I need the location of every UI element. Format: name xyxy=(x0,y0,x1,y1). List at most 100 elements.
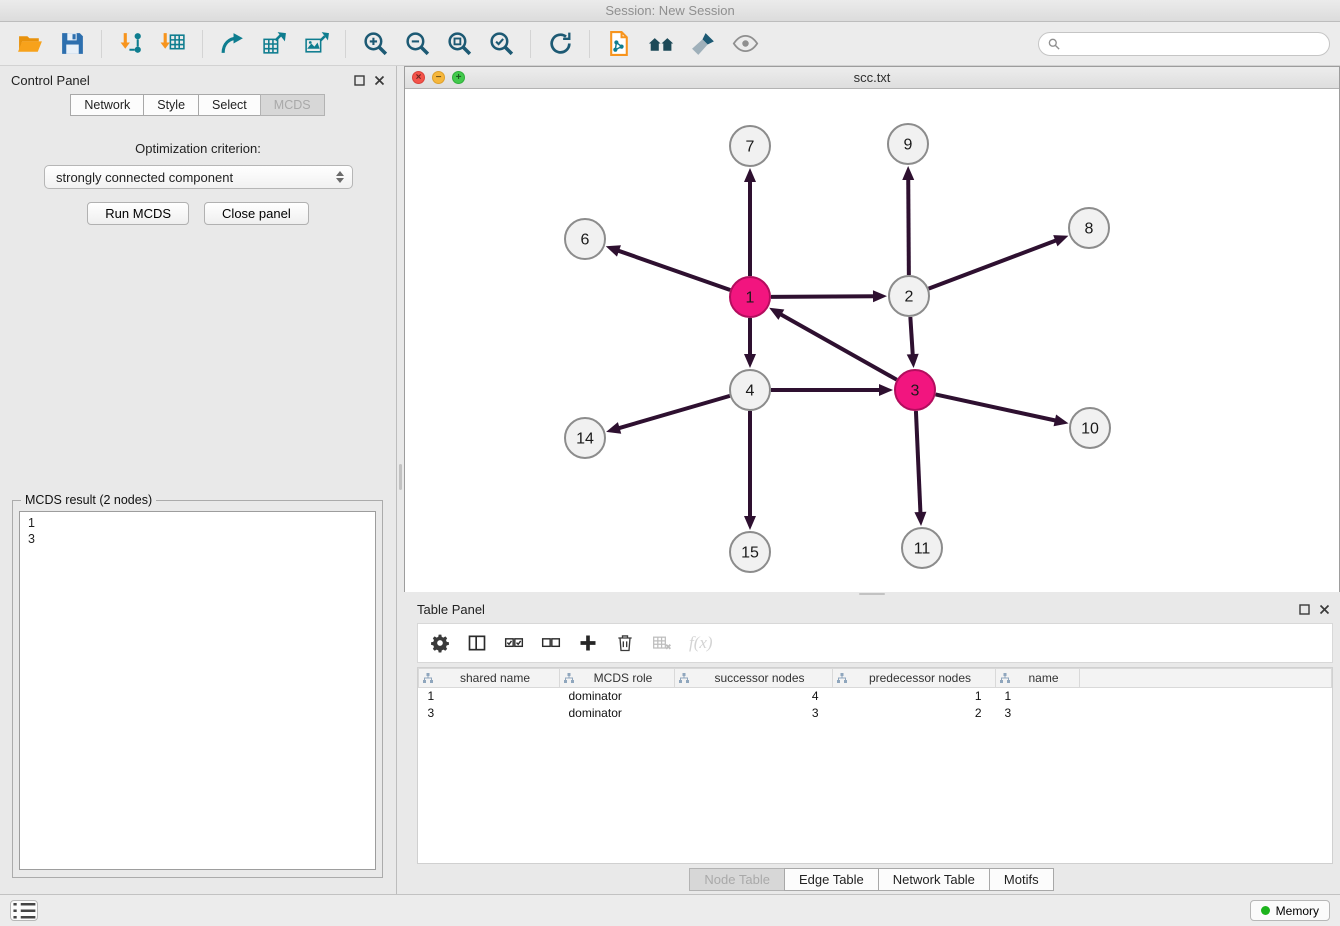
export-network-button[interactable] xyxy=(212,25,252,63)
document-share-button[interactable] xyxy=(599,25,639,63)
select-all-button[interactable] xyxy=(504,633,524,653)
delete-table-button[interactable] xyxy=(652,633,672,653)
refresh-layout-button[interactable] xyxy=(540,25,580,63)
save-session-button[interactable] xyxy=(52,25,92,63)
close-window-icon[interactable]: × xyxy=(412,71,425,84)
zoom-selected-button[interactable] xyxy=(481,25,521,63)
graph-edge-2-3[interactable] xyxy=(910,317,913,357)
first-steps-button[interactable] xyxy=(641,25,681,63)
column-type-icon xyxy=(999,672,1011,684)
graph-node-4[interactable]: 4 xyxy=(730,370,770,410)
selected-option-label: strongly connected component xyxy=(56,170,233,185)
graph-edge-1-2[interactable] xyxy=(771,296,876,297)
export-image-button[interactable] xyxy=(296,25,336,63)
table-row[interactable]: 1dominator411 xyxy=(419,688,1332,705)
graph-node-9[interactable]: 9 xyxy=(888,124,928,164)
graph-edge-2-8[interactable] xyxy=(929,240,1058,289)
float-panel-icon[interactable] xyxy=(354,75,365,86)
optimization-criterion-select[interactable]: strongly connected component xyxy=(44,165,353,189)
tab-style[interactable]: Style xyxy=(143,94,199,116)
graph-edge-3-10[interactable] xyxy=(936,394,1058,421)
search-input[interactable] xyxy=(1065,37,1320,51)
open-session-button[interactable] xyxy=(10,25,50,63)
import-table-button[interactable] xyxy=(153,25,193,63)
tab-select[interactable]: Select xyxy=(198,94,261,116)
graph-node-6[interactable]: 6 xyxy=(565,219,605,259)
search-box xyxy=(1038,32,1330,56)
close-panel-icon[interactable] xyxy=(1319,604,1330,615)
graph-edge-arrowhead xyxy=(1053,235,1068,246)
graph-node-14[interactable]: 14 xyxy=(565,418,605,458)
graph-edge-2-9[interactable] xyxy=(908,177,909,275)
column-header-successor-nodes[interactable]: successor nodes xyxy=(675,669,833,688)
tab-node-table[interactable]: Node Table xyxy=(689,868,785,891)
graph-edge-arrowhead xyxy=(744,354,756,368)
network-window-titlebar: scc.txt × − + xyxy=(405,67,1339,89)
graph-node-7[interactable]: 7 xyxy=(730,126,770,166)
delete-column-button[interactable] xyxy=(615,633,635,653)
graph-edge-1-6[interactable] xyxy=(616,250,730,290)
optimization-criterion-label: Optimization criterion: xyxy=(0,141,396,156)
network-canvas[interactable]: 7 9 6 8 1 2 4 3 14 10 15 11 xyxy=(405,89,1339,592)
graph-edge-4-14[interactable] xyxy=(617,396,730,429)
run-mcds-button[interactable]: Run MCDS xyxy=(87,202,189,225)
svg-text:3: 3 xyxy=(911,383,920,400)
import-network-button[interactable] xyxy=(111,25,151,63)
graph-node-11[interactable]: 11 xyxy=(902,528,942,568)
graph-node-10[interactable]: 10 xyxy=(1070,408,1110,448)
export-table-button[interactable] xyxy=(254,25,294,63)
graph-node-8[interactable]: 8 xyxy=(1069,208,1109,248)
column-header-predecessor-nodes[interactable]: predecessor nodes xyxy=(833,669,996,688)
panel-splitter-horizontal[interactable] xyxy=(404,592,1340,596)
graph-edge-3-11[interactable] xyxy=(916,411,921,515)
import-table-icon xyxy=(160,30,187,57)
table-panel-tabs: Node Table Edge Table Network Table Moti… xyxy=(404,864,1340,894)
add-column-button[interactable] xyxy=(578,633,598,653)
tab-network[interactable]: Network xyxy=(70,94,144,116)
zoom-fit-icon xyxy=(446,30,473,57)
zoom-fit-button[interactable] xyxy=(439,25,479,63)
column-header-name[interactable]: name xyxy=(996,669,1080,688)
table-cell: 4 xyxy=(675,688,833,705)
close-panel-icon[interactable] xyxy=(374,75,385,86)
zoom-window-icon[interactable]: + xyxy=(452,71,465,84)
columns-icon xyxy=(467,633,487,653)
deselect-all-button[interactable] xyxy=(541,633,561,653)
style-brush-button[interactable] xyxy=(683,25,723,63)
graph-node-1[interactable]: 1 xyxy=(730,277,770,317)
status-bar: Memory xyxy=(0,894,1340,926)
minimize-window-icon[interactable]: − xyxy=(432,71,445,84)
column-header-shared-name[interactable]: shared name xyxy=(419,669,560,688)
column-header-mcds-role[interactable]: MCDS role xyxy=(560,669,675,688)
float-panel-icon[interactable] xyxy=(1299,604,1310,615)
graph-node-3[interactable]: 3 xyxy=(895,370,935,410)
function-builder-button[interactable]: f(x) xyxy=(689,633,713,653)
toolbar-separator xyxy=(101,30,102,58)
mcds-result-list: 13 xyxy=(19,511,376,870)
network-graph[interactable]: 7 9 6 8 1 2 4 3 14 10 15 11 xyxy=(405,89,1339,592)
column-settings-button[interactable] xyxy=(430,633,450,653)
graph-node-15[interactable]: 15 xyxy=(730,532,770,572)
task-history-button[interactable] xyxy=(10,900,38,921)
tab-network-table[interactable]: Network Table xyxy=(878,868,990,891)
graph-edge-arrowhead xyxy=(907,354,919,368)
panel-splitter-vertical[interactable] xyxy=(397,66,404,894)
table-cell: 3 xyxy=(996,705,1080,722)
graph-edge-arrowhead xyxy=(902,166,914,180)
graph-edge-3-1[interactable] xyxy=(779,313,897,379)
tab-motifs[interactable]: Motifs xyxy=(989,868,1054,891)
select-stepper-icon xyxy=(333,169,347,185)
memory-button[interactable]: Memory xyxy=(1250,900,1330,921)
show-column-panel-button[interactable] xyxy=(467,633,487,653)
tab-mcds[interactable]: MCDS xyxy=(260,94,325,116)
close-panel-button[interactable]: Close panel xyxy=(204,202,309,225)
graph-edge-arrowhead xyxy=(879,384,893,396)
control-panel: Control Panel Network Style Select MCDS … xyxy=(0,66,397,894)
table-row[interactable]: 3dominator323 xyxy=(419,705,1332,722)
zoom-in-button[interactable] xyxy=(355,25,395,63)
graph-node-2[interactable]: 2 xyxy=(889,276,929,316)
zoom-out-button[interactable] xyxy=(397,25,437,63)
tab-edge-table[interactable]: Edge Table xyxy=(784,868,879,891)
mcds-result-line: 1 xyxy=(28,515,367,531)
show-hide-button[interactable] xyxy=(725,25,765,63)
